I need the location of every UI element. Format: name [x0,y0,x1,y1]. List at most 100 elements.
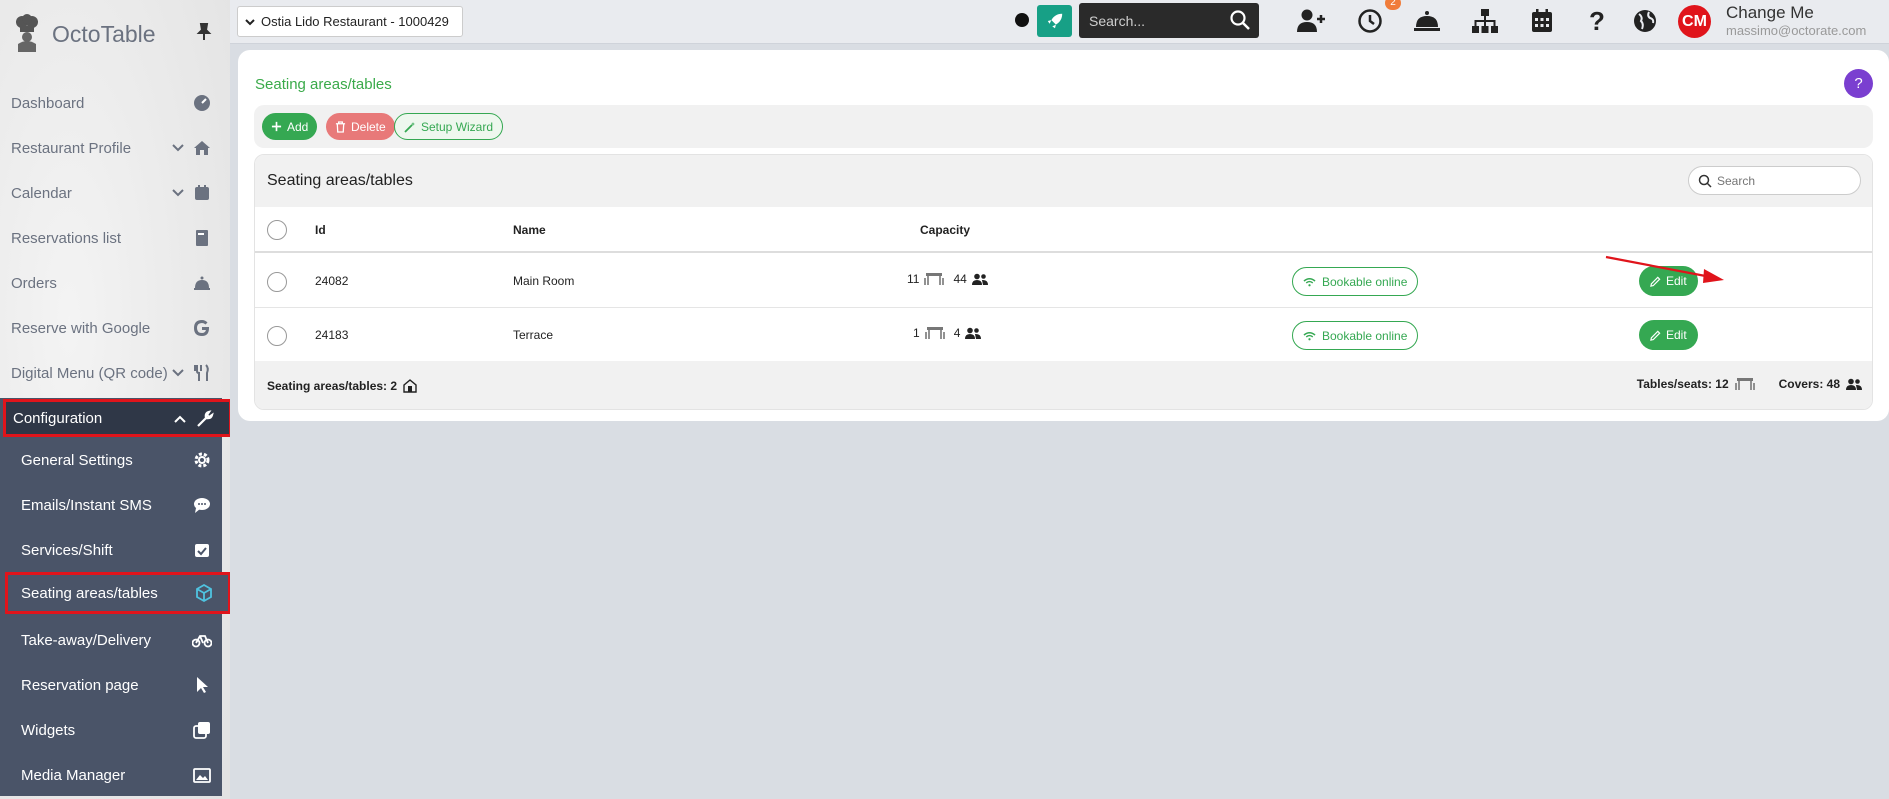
sidebar-item-orders[interactable]: Orders [0,262,222,304]
rocket-icon [1047,13,1062,29]
home-icon [194,141,210,155]
sidebar-item-label: Dashboard [11,94,85,112]
annotation-arrow-icon [1605,255,1724,283]
bookable-online-badge: Bookable online [1292,267,1419,296]
bookable-online-label: Bookable online [1322,274,1408,289]
bike-icon [192,635,212,648]
plus-icon [271,121,282,132]
brand[interactable]: OctoTable [12,14,156,54]
rocket-button[interactable] [1037,5,1072,37]
chef-logo-icon [16,14,38,52]
search-icon[interactable] [1229,9,1251,31]
sidebar-item-configuration[interactable]: Configuration [3,399,230,437]
help-button[interactable]: ? [1582,6,1612,36]
calendar-icon [195,185,209,200]
chevron-down-icon [245,18,255,25]
widgets-icon [193,722,210,739]
sidebar-item-label: Media Manager [21,766,126,784]
bookable-online-badge: Bookable online [1292,321,1419,350]
column-capacity[interactable]: Capacity [920,223,970,237]
history-button[interactable] [1355,7,1385,35]
setup-wizard-button[interactable]: Setup Wizard [394,113,504,140]
cube-icon [196,583,212,603]
status-dot[interactable] [1015,13,1029,27]
sidebar-item-media-manager[interactable]: Media Manager [0,754,222,796]
orders-bell-button[interactable] [1412,7,1442,35]
wifi-icon [1303,277,1316,286]
add-button-label: Add [287,119,309,134]
sidebar-item-label: Orders [11,274,57,292]
add-button[interactable]: Add [262,113,318,140]
sidebar-item-label: Emails/Instant SMS [21,496,152,514]
bookable-online-label: Bookable online [1322,328,1408,343]
edit-button[interactable]: Edit [1639,320,1698,350]
global-search-input[interactable] [1089,12,1219,29]
area-icon [403,379,417,393]
row-capacity: 1 4 [913,326,982,340]
row-tables-count: 11 [907,272,920,286]
sidebar-item-takeaway-delivery[interactable]: Take-away/Delivery [0,619,222,661]
structure-button[interactable] [1470,7,1500,35]
sidebar-item-label: Take-away/Delivery [21,631,152,649]
sidebar: OctoTable Dashboard Restaurant Profile C… [0,0,230,799]
row-id: 24082 [315,274,349,288]
row-select-radio[interactable] [267,272,287,292]
table-search[interactable] [1688,166,1861,195]
table-search-input[interactable] [1717,173,1847,188]
add-user-icon [1297,9,1325,32]
wifi-icon [1303,331,1316,340]
sidebar-item-reservations-list[interactable]: Reservations list [0,217,222,259]
column-name[interactable]: Name [513,223,546,237]
sidebar-item-label: Reservations list [11,229,122,247]
sidebar-item-label: Reservation page [21,676,139,694]
row-covers-count: 4 [953,326,961,340]
sidebar-item-label: Configuration [13,409,103,427]
google-icon [194,320,209,336]
sidebar-item-reserve-with-google[interactable]: Reserve with Google [0,307,222,349]
user-name[interactable]: Change Me [1726,3,1814,23]
pencil-icon [1650,330,1661,341]
sidebar-item-emails-sms[interactable]: Emails/Instant SMS [0,484,222,526]
footer-covers-label: Covers: 48 [1778,377,1840,391]
sidebar-item-digital-menu[interactable]: Digital Menu (QR code) [0,352,222,394]
sidebar-item-seating-areas[interactable]: Seating areas/tables [5,572,230,614]
avatar[interactable]: CM [1678,5,1711,38]
select-all-radio[interactable] [267,220,287,240]
wrench-icon [197,410,214,427]
table-icon [1734,378,1755,390]
sidebar-item-calendar[interactable]: Calendar [0,172,222,214]
sidebar-item-reservation-page[interactable]: Reservation page [0,664,222,706]
sidebar-item-widgets[interactable]: Widgets [0,709,222,751]
global-search[interactable] [1079,3,1259,38]
sidebar-item-dashboard[interactable]: Dashboard [0,82,222,124]
table-title: Seating areas/tables [267,172,413,189]
sidebar-item-label: Reserve with Google [11,319,151,337]
sidebar-item-restaurant-profile[interactable]: Restaurant Profile [0,127,222,169]
calendar-button[interactable] [1527,7,1557,35]
sidebar-item-label: Seating areas/tables [21,584,158,602]
delete-button[interactable]: Delete [326,113,395,140]
add-user-button[interactable] [1296,7,1326,35]
column-id[interactable]: Id [315,223,326,237]
pin-icon[interactable] [194,22,214,42]
row-name: Terrace [513,328,554,342]
dashboard-icon [194,95,210,111]
calendar-icon [1532,9,1552,32]
gear-icon [194,452,210,468]
clock-icon [1358,9,1382,33]
bell-icon [1414,11,1440,31]
table-header: Seating areas/tables [255,155,1872,207]
chevron-down-icon [172,369,184,377]
restaurant-select[interactable]: Ostia Lido Restaurant - 1000429 [237,6,463,37]
row-select-radio[interactable] [267,326,287,346]
chevron-down-icon [172,189,184,197]
sidebar-item-services-shift[interactable]: Services/Shift [0,529,222,571]
sidebar-item-general-settings[interactable]: General Settings [0,439,222,481]
page-help-button[interactable]: ? [1844,69,1873,98]
language-button[interactable] [1630,7,1660,35]
row-tables-count: 1 [913,326,920,340]
sitemap-icon [1472,9,1498,33]
action-toolbar: Add Delete Setup Wizard [254,105,1873,148]
topbar: Ostia Lido Restaurant - 1000429 2 ? CM C… [230,0,1889,44]
setup-wizard-label: Setup Wizard [421,119,494,134]
